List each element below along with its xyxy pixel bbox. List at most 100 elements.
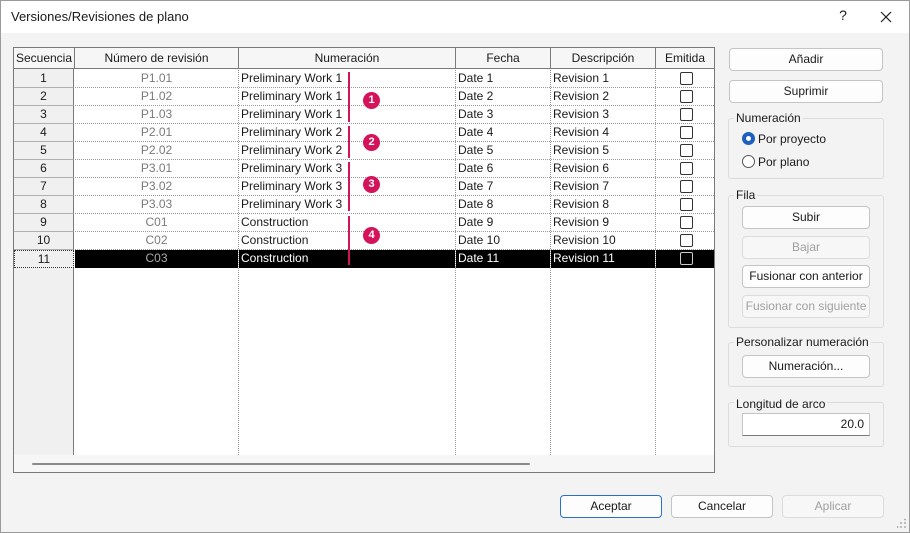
by-project-label[interactable]: Por proyecto: [758, 132, 826, 146]
row-description-cell[interactable]: Revision 11: [551, 250, 655, 268]
row-date-cell[interactable]: Date 2: [456, 88, 550, 106]
row-sequence-cell[interactable]: 4: [14, 124, 74, 142]
row-issued-cell: [656, 250, 714, 268]
row-description-cell[interactable]: Revision 6: [551, 160, 655, 178]
add-button[interactable]: Añadir: [729, 48, 883, 71]
row-sequence-cell[interactable]: 2: [14, 88, 74, 106]
row-numbering-cell[interactable]: Preliminary Work 1: [239, 106, 455, 124]
row-revision-number-cell[interactable]: P2.01: [75, 124, 238, 142]
row-sequence-cell[interactable]: 11: [14, 250, 74, 268]
row-revision-number-cell[interactable]: P3.01: [75, 160, 238, 178]
row-description-cell[interactable]: Revision 1: [551, 70, 655, 88]
header-descripcion[interactable]: Descripción: [551, 48, 656, 69]
row-revision-number-cell[interactable]: P1.01: [75, 70, 238, 88]
row-sequence-cell[interactable]: 10: [14, 232, 74, 250]
row-description-cell[interactable]: Revision 5: [551, 142, 655, 160]
move-up-button[interactable]: Subir: [742, 206, 870, 229]
row-numbering-cell[interactable]: Preliminary Work 2: [239, 142, 455, 160]
row-date-cell[interactable]: Date 7: [456, 178, 550, 196]
table-row[interactable]: 3 P1.03 Preliminary Work 1 Date 3 Revision 3: [14, 106, 714, 124]
issued-checkbox[interactable]: [680, 72, 693, 85]
horizontal-scrollbar[interactable]: [14, 455, 714, 472]
resize-grip-icon[interactable]: [897, 519, 907, 529]
row-date-cell[interactable]: Date 8: [456, 196, 550, 214]
numbering-group: [728, 118, 884, 179]
row-date-cell[interactable]: Date 11: [456, 250, 550, 268]
issued-checkbox[interactable]: [680, 90, 693, 103]
scrollbar-thumb[interactable]: [32, 463, 530, 465]
row-date-cell[interactable]: Date 3: [456, 106, 550, 124]
row-description-cell[interactable]: Revision 2: [551, 88, 655, 106]
row-revision-number-cell[interactable]: C02: [75, 232, 238, 250]
header-secuencia[interactable]: Secuencia: [14, 48, 75, 69]
table-row[interactable]: 11 C03 Construction Date 11 Revision 11: [14, 250, 714, 268]
arc-length-input[interactable]: 20.0: [742, 413, 870, 436]
row-numbering-cell[interactable]: Preliminary Work 3: [239, 178, 455, 196]
row-revision-number-cell[interactable]: P1.03: [75, 106, 238, 124]
header-numero-revision[interactable]: Número de revisión: [75, 48, 239, 69]
row-sequence-cell[interactable]: 3: [14, 106, 74, 124]
merge-next-button[interactable]: Fusionar con siguiente: [742, 295, 870, 318]
numbering-button[interactable]: Numeración...: [742, 355, 870, 378]
row-revision-number-cell[interactable]: C03: [75, 250, 238, 268]
row-sequence-cell[interactable]: 6: [14, 160, 74, 178]
delete-button[interactable]: Suprimir: [729, 80, 883, 103]
row-description-cell[interactable]: Revision 8: [551, 196, 655, 214]
merge-previous-button[interactable]: Fusionar con anterior: [742, 265, 870, 288]
row-numbering-cell[interactable]: Preliminary Work 1: [239, 70, 455, 88]
row-numbering-cell[interactable]: Preliminary Work 1: [239, 88, 455, 106]
issued-checkbox[interactable]: [680, 216, 693, 229]
issued-checkbox[interactable]: [680, 108, 693, 121]
row-revision-number-cell[interactable]: P2.02: [75, 142, 238, 160]
issued-checkbox[interactable]: [680, 144, 693, 157]
row-numbering-cell[interactable]: Preliminary Work 3: [239, 160, 455, 178]
row-date-cell[interactable]: Date 10: [456, 232, 550, 250]
header-numeracion[interactable]: Numeración: [239, 48, 456, 69]
table-row[interactable]: 6 P3.01 Preliminary Work 3 Date 6 Revision 6: [14, 160, 714, 178]
row-numbering-cell[interactable]: Construction: [239, 214, 455, 232]
row-revision-number-cell[interactable]: P3.02: [75, 178, 238, 196]
ok-button[interactable]: Aceptar: [560, 495, 662, 518]
row-date-cell[interactable]: Date 5: [456, 142, 550, 160]
row-description-cell[interactable]: Revision 4: [551, 124, 655, 142]
header-emitida[interactable]: Emitida: [656, 48, 714, 69]
row-description-cell[interactable]: Revision 3: [551, 106, 655, 124]
move-down-button[interactable]: Bajar: [742, 236, 870, 259]
row-numbering-cell[interactable]: Construction: [239, 232, 455, 250]
by-sheet-radio[interactable]: [742, 155, 755, 168]
row-revision-number-cell[interactable]: P1.02: [75, 88, 238, 106]
issued-checkbox[interactable]: [680, 162, 693, 175]
row-numbering-cell[interactable]: Preliminary Work 2: [239, 124, 455, 142]
row-date-cell[interactable]: Date 1: [456, 70, 550, 88]
close-button[interactable]: [871, 5, 901, 29]
row-numbering-cell[interactable]: Construction: [239, 250, 455, 268]
row-sequence-cell[interactable]: 5: [14, 142, 74, 160]
revisions-grid[interactable]: Secuencia Número de revisión Numeración …: [13, 47, 715, 473]
by-project-radio[interactable]: [742, 132, 755, 145]
issued-checkbox[interactable]: [680, 180, 693, 193]
help-button[interactable]: ?: [835, 7, 851, 27]
apply-button[interactable]: Aplicar: [782, 495, 884, 518]
issued-checkbox[interactable]: [680, 126, 693, 139]
table-row[interactable]: 8 P3.03 Preliminary Work 3 Date 8 Revision 8: [14, 196, 714, 214]
row-date-cell[interactable]: Date 9: [456, 214, 550, 232]
by-sheet-label[interactable]: Por plano: [758, 155, 809, 169]
cancel-button[interactable]: Cancelar: [671, 495, 773, 518]
issued-checkbox[interactable]: [680, 252, 693, 265]
row-numbering-cell[interactable]: Preliminary Work 3: [239, 196, 455, 214]
table-row[interactable]: 1 P1.01 Preliminary Work 1 Date 1 Revision 1: [14, 70, 714, 88]
issued-checkbox[interactable]: [680, 234, 693, 247]
row-sequence-cell[interactable]: 8: [14, 196, 74, 214]
row-description-cell[interactable]: Revision 7: [551, 178, 655, 196]
row-revision-number-cell[interactable]: C01: [75, 214, 238, 232]
row-description-cell[interactable]: Revision 9: [551, 214, 655, 232]
row-date-cell[interactable]: Date 4: [456, 124, 550, 142]
row-description-cell[interactable]: Revision 10: [551, 232, 655, 250]
issued-checkbox[interactable]: [680, 198, 693, 211]
row-date-cell[interactable]: Date 6: [456, 160, 550, 178]
row-sequence-cell[interactable]: 7: [14, 178, 74, 196]
header-fecha[interactable]: Fecha: [456, 48, 551, 69]
row-sequence-cell[interactable]: 9: [14, 214, 74, 232]
row-revision-number-cell[interactable]: P3.03: [75, 196, 238, 214]
row-sequence-cell[interactable]: 1: [14, 70, 74, 88]
